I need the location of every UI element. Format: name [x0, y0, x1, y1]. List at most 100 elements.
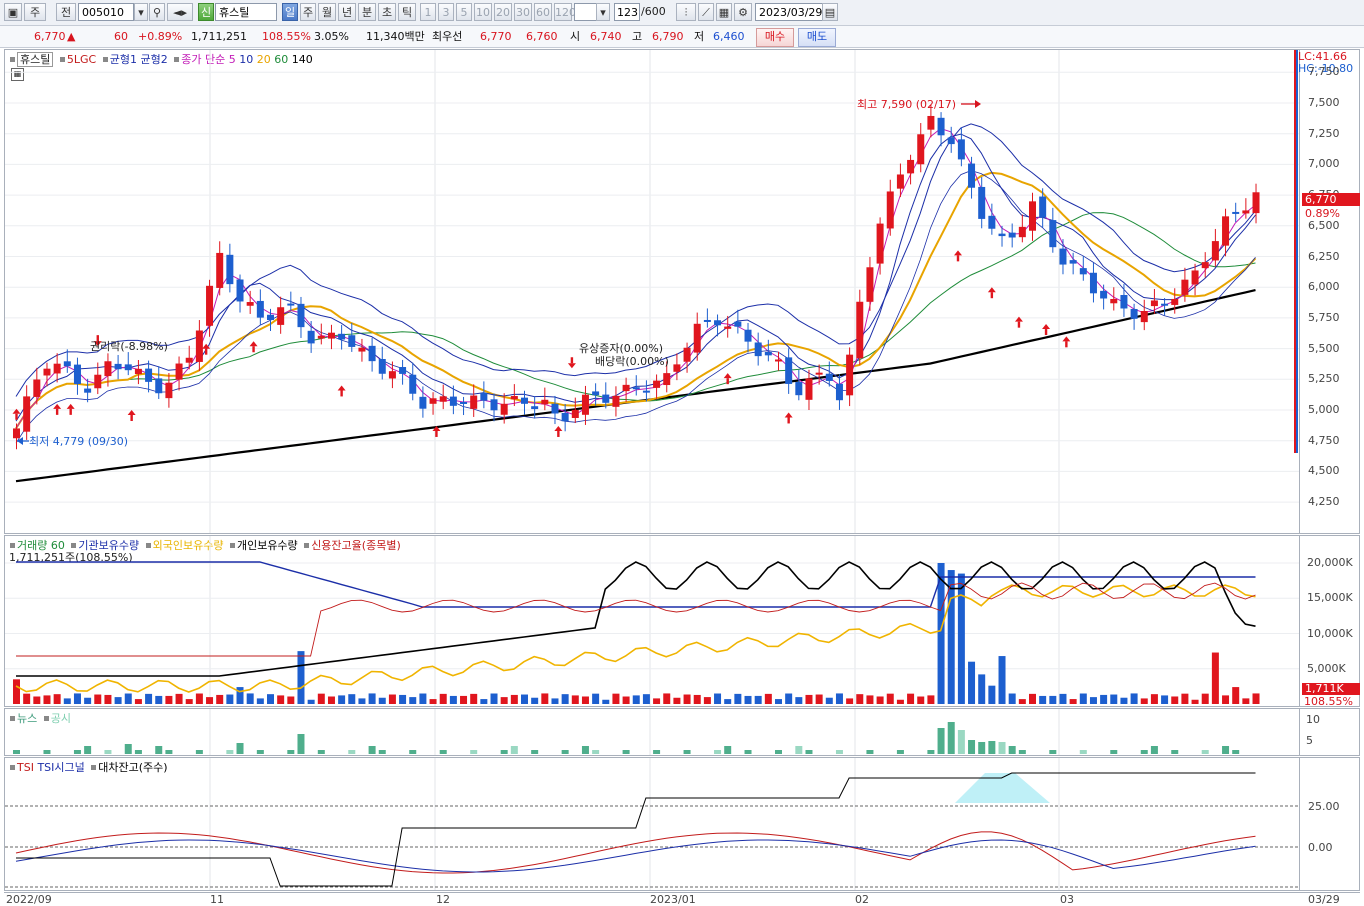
candle-body	[815, 372, 823, 375]
volume-bar	[114, 697, 122, 704]
volume-bar	[957, 573, 965, 704]
candle-body	[1252, 192, 1260, 214]
volume-bar	[33, 696, 41, 704]
stock-name-field[interactable]: 휴스틸	[215, 3, 277, 21]
volume-bar	[449, 695, 457, 704]
interval-button-1[interactable]: 1	[420, 3, 436, 21]
code-dropdown-icon[interactable]: ▾	[134, 3, 148, 21]
volume-bar	[94, 694, 102, 704]
tsi-tick-0: 0.00	[1308, 841, 1333, 854]
volume-bar	[703, 697, 711, 704]
price-y-tick: 6,500	[1308, 218, 1340, 232]
candle-body	[917, 134, 925, 165]
candle-body	[693, 323, 701, 353]
search-icon[interactable]: ⚲	[149, 3, 165, 21]
news-bar	[835, 750, 843, 754]
interval-button-20[interactable]: 20	[494, 3, 512, 21]
volume-bar	[307, 699, 315, 704]
menu-icon[interactable]: ▣	[4, 3, 22, 21]
tab-period-6[interactable]: 틱	[398, 3, 416, 21]
volume-bar	[551, 698, 559, 704]
news-bar	[795, 746, 803, 754]
candle-body	[724, 326, 732, 329]
sell-button[interactable]: 매도	[798, 28, 836, 47]
signal-arrow-shaft	[726, 378, 729, 385]
volume-bar	[104, 694, 112, 704]
tab-period-3[interactable]: 년	[338, 3, 356, 21]
sound-icon[interactable]: ◄▸	[167, 3, 193, 21]
change-percent: +0.89%	[138, 30, 183, 43]
candle-body	[988, 215, 996, 229]
capital-increase-annotation: 유상증자(0.00%)	[579, 342, 663, 355]
tsi-panel[interactable]: TSI TSI시그널 대차잔고(주수)	[4, 757, 1300, 891]
signal-arrow-icon	[784, 412, 793, 418]
volume-bar	[785, 693, 793, 704]
candle-body	[531, 406, 539, 410]
volume-tag: 1,711K	[1302, 683, 1360, 695]
volume-bar	[714, 693, 722, 704]
calendar-icon[interactable]: ▤	[822, 3, 838, 21]
candle-body	[805, 378, 813, 400]
signal-arrow-shaft	[252, 346, 255, 353]
candle-body	[653, 380, 661, 388]
candle-body	[978, 186, 986, 219]
data-count-total: /600	[641, 5, 666, 18]
high-price: 6,790	[652, 30, 684, 43]
tab-period-1[interactable]: 주	[300, 3, 316, 21]
tab-period-4[interactable]: 분	[358, 3, 376, 21]
candle-type-icon[interactable]: ⫶	[676, 3, 696, 21]
signal-arrow-shaft	[130, 415, 133, 421]
candle-body	[1161, 303, 1169, 306]
candle-body	[317, 335, 325, 339]
ma10-line	[15, 133, 1256, 422]
ma60-line	[15, 212, 1256, 429]
data-count-input[interactable]: 123	[614, 3, 640, 21]
candle-body	[825, 373, 833, 381]
volume-bar	[1211, 652, 1219, 704]
draw-tool-icon[interactable]: ⟋	[698, 3, 714, 21]
volume-bar	[886, 693, 894, 704]
news-bar	[155, 746, 163, 754]
chevron-down-icon[interactable]: ▾	[596, 3, 610, 21]
interval-button-30[interactable]: 30	[514, 3, 532, 21]
date-input[interactable]: 2023/03/29	[755, 3, 823, 21]
interval-button-10[interactable]: 10	[474, 3, 492, 21]
x-label-dec: 12	[436, 893, 450, 906]
volume-bar	[317, 693, 325, 704]
tab-period-0[interactable]: 일	[282, 3, 298, 21]
news-bar	[1008, 746, 1016, 754]
volume-bar	[53, 694, 61, 704]
volume-bar	[663, 693, 671, 704]
candle-body	[1008, 232, 1016, 238]
volume-bar	[978, 674, 986, 704]
candle-body	[1181, 279, 1189, 295]
ma140-line	[15, 289, 1256, 483]
volume-bar	[1029, 693, 1036, 704]
news-panel[interactable]: 뉴스 공시	[4, 708, 1300, 756]
interval-button-120[interactable]: 120	[554, 3, 576, 21]
candle-body	[338, 333, 346, 340]
signal-arrow-shaft	[69, 408, 72, 415]
save-icon[interactable]: ▦	[716, 3, 732, 21]
tab-period-5[interactable]: 초	[378, 3, 396, 21]
interval-button-3[interactable]: 3	[438, 3, 454, 21]
tab-period-2[interactable]: 월	[318, 3, 336, 21]
settings-icon[interactable]: ⚙	[734, 3, 752, 21]
interval-button-5[interactable]: 5	[456, 3, 472, 21]
interval-button-60[interactable]: 60	[534, 3, 552, 21]
stock-code-input[interactable]: 005010	[78, 3, 134, 21]
price-chart-panel[interactable]: 휴스틸 5LGC 균형1 균형2 종가 단순 5 10 20 60 140 ▦ …	[4, 49, 1300, 534]
signal-arrow-shaft	[55, 408, 59, 415]
candle-body	[236, 279, 244, 302]
market-select[interactable]: 주	[24, 3, 46, 21]
candle-body	[1171, 298, 1179, 305]
market-scope-button[interactable]: 전	[56, 3, 76, 21]
volume-bar	[378, 697, 386, 704]
volume-bar	[1222, 695, 1230, 704]
volume-y-tick: 5,000K	[1307, 661, 1346, 675]
price-y-tick: 5,500	[1308, 341, 1340, 355]
buy-button[interactable]: 매수	[756, 28, 794, 47]
dividend-annotation: 배당락(0.00%)	[595, 355, 669, 368]
volume-bar	[63, 698, 71, 704]
volume-panel[interactable]: 거래량 60 기관보유수량 외국인보유수량 개인보유수량 신용잔고율(종목별) …	[4, 535, 1300, 707]
